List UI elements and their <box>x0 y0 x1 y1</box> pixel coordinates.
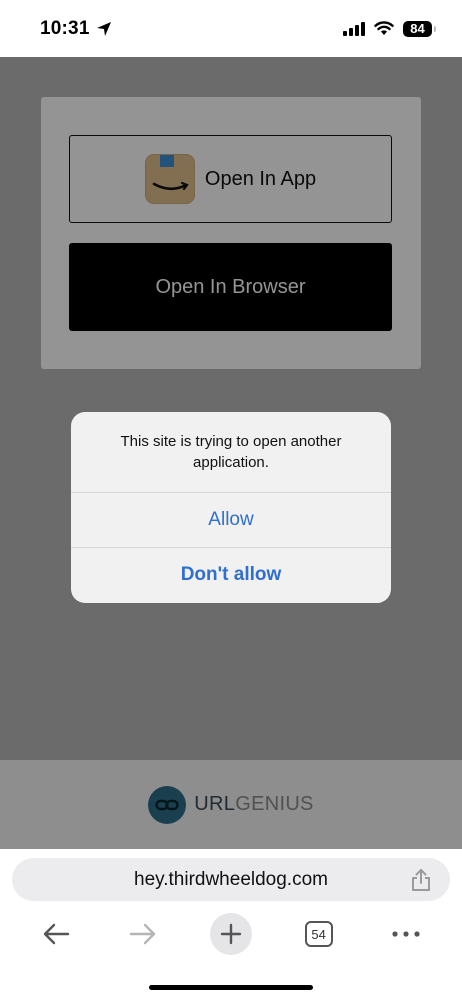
open-app-alert: This site is trying to open another appl… <box>71 412 391 603</box>
new-tab-button[interactable] <box>207 912 255 956</box>
tabs-button[interactable]: 54 <box>295 912 343 956</box>
alert-message: This site is trying to open another appl… <box>120 433 342 471</box>
browser-bottom-bar: hey.thirdwheeldog.com 54 <box>0 849 462 1000</box>
status-right: 84 <box>343 20 436 37</box>
wifi-icon <box>374 21 394 35</box>
forward-button[interactable] <box>119 912 167 956</box>
battery-level: 84 <box>410 21 425 36</box>
battery-icon: 84 <box>403 20 436 37</box>
tabs-icon: 54 <box>304 921 333 947</box>
plus-icon <box>220 923 242 945</box>
new-tab-circle <box>209 913 252 955</box>
back-arrow-icon <box>43 923 69 945</box>
more-dots-icon <box>392 931 420 937</box>
status-left: 10:31 <box>40 18 112 40</box>
more-button[interactable] <box>382 912 430 956</box>
browser-toolbar: 54 <box>0 911 462 957</box>
address-text: hey.thirdwheeldog.com <box>134 868 328 890</box>
back-button[interactable] <box>32 912 80 956</box>
status-time: 10:31 <box>40 17 90 39</box>
phone-screen: 10:31 84 Open In App Open In Browser URL… <box>0 0 462 1000</box>
address-bar[interactable]: hey.thirdwheeldog.com <box>12 858 450 901</box>
status-bar: 10:31 84 <box>0 0 462 57</box>
allow-button[interactable]: Allow <box>71 492 391 547</box>
cellular-signal-icon <box>343 21 365 36</box>
dont-allow-button[interactable]: Don't allow <box>71 547 391 602</box>
home-indicator[interactable] <box>149 985 313 990</box>
forward-arrow-icon <box>130 923 156 945</box>
share-icon[interactable] <box>410 868 432 892</box>
location-arrow-icon <box>96 21 111 36</box>
